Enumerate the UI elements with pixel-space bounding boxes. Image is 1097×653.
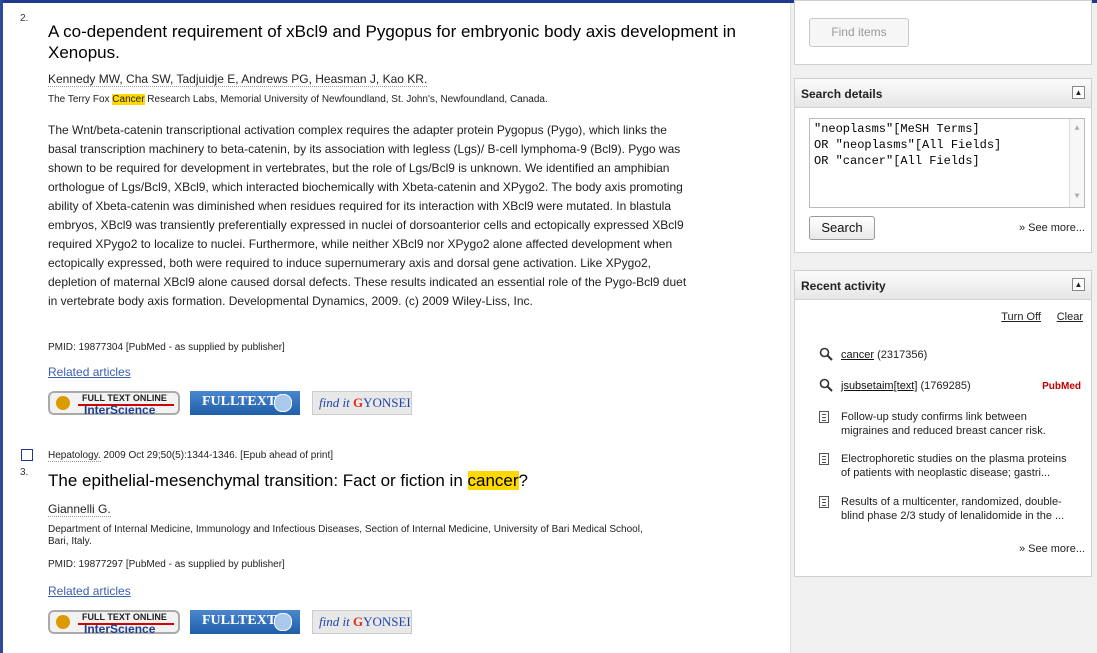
scroll-down-icon[interactable]: ▼ (1072, 189, 1082, 205)
document-icon (819, 411, 829, 423)
findit-yonsei-button[interactable]: find it GYONSEI (312, 610, 412, 634)
document-icon (819, 453, 829, 465)
panel-header: Search details ▲ (795, 79, 1091, 108)
see-more-link[interactable]: » See more... (1019, 543, 1085, 555)
recent-doc-item[interactable]: Follow-up study confirms link between mi… (819, 410, 1087, 440)
find-items-panel: Find items (794, 0, 1092, 65)
result-pmid: PMID: 19877304 [PubMed - as supplied by … (48, 342, 285, 353)
result-affiliation: Department of Internal Medicine, Immunol… (48, 524, 643, 547)
select-checkbox[interactable] (21, 449, 33, 461)
seal-icon (274, 613, 292, 631)
result-title[interactable]: A co-dependent requirement of xBcl9 and … (48, 21, 748, 63)
panel-title: Recent activity (801, 279, 886, 293)
wiley-logo-icon (56, 615, 70, 629)
result-item: Hepatology. 2009 Oct 29;50(5):1344-1346.… (18, 423, 783, 653)
panel-header: Recent activity ▲ (795, 271, 1091, 300)
see-more-link[interactable]: » See more... (1019, 222, 1085, 234)
search-icon (819, 347, 833, 361)
clear-link[interactable]: Clear (1057, 311, 1083, 323)
result-authors[interactable]: Giannelli G. (48, 502, 111, 517)
result-title[interactable]: The epithelial-mesenchymal transition: F… (48, 470, 528, 491)
recent-doc-item[interactable]: Electrophoretic studies on the plasma pr… (819, 452, 1087, 482)
result-abstract: The Wnt/beta-catenin transcriptional act… (48, 123, 687, 308)
fulltext-button[interactable]: FULLTEXT (190, 610, 300, 634)
scroll-up-icon[interactable]: ▲ (1072, 121, 1082, 137)
results-column: 2. A co-dependent requirement of xBcl9 a… (0, 3, 790, 653)
result-pmid: PMID: 19877297 [PubMed - as supplied by … (48, 559, 285, 570)
recent-search-item: jsubsetaim[text] (1769285) PubMed (819, 378, 1087, 394)
query-textarea[interactable]: "neoplasms"[MeSH Terms] OR "neoplasms"[A… (809, 118, 1085, 208)
findit-yonsei-button[interactable]: find it GYONSEI (312, 391, 412, 415)
wiley-logo-icon (56, 396, 70, 410)
fulltext-button[interactable]: FULLTEXT (190, 391, 300, 415)
related-articles-link[interactable]: Related articles (48, 584, 131, 598)
search-icon (819, 378, 833, 392)
find-items-button[interactable]: Find items (809, 18, 909, 47)
seal-icon (274, 394, 292, 412)
result-authors[interactable]: Kennedy MW, Cha SW, Tadjuidje E, Andrews… (48, 72, 428, 87)
recent-doc-item[interactable]: Results of a multicenter, randomized, do… (819, 495, 1087, 525)
collapse-icon[interactable]: ▲ (1072, 278, 1085, 291)
sidebar: Find items Search details ▲ "neoplasms"[… (790, 0, 1097, 653)
scrollbar[interactable]: ▲ ▼ (1069, 119, 1084, 207)
result-rank: 2. (20, 13, 29, 24)
recent-search-link[interactable]: jsubsetaim[text] (841, 380, 917, 392)
recent-search-link[interactable]: cancer (841, 349, 874, 361)
search-button[interactable]: Search (809, 216, 875, 240)
document-icon (819, 496, 829, 508)
result-rank: 3. (20, 467, 29, 478)
linkout-buttons: FULL TEXT ONLINE InterScience FULLTEXT f… (48, 610, 428, 636)
linkout-buttons: FULL TEXT ONLINE InterScience FULLTEXT f… (48, 391, 428, 417)
pubmed-tag: PubMed (1042, 381, 1081, 392)
panel-title: Search details (801, 87, 883, 101)
turn-off-link[interactable]: Turn Off (1001, 311, 1041, 323)
search-details-panel: Search details ▲ "neoplasms"[MeSH Terms]… (794, 78, 1092, 253)
interscience-button[interactable]: FULL TEXT ONLINE InterScience (48, 391, 180, 417)
interscience-button[interactable]: FULL TEXT ONLINE InterScience (48, 610, 180, 636)
result-item: 2. A co-dependent requirement of xBcl9 a… (18, 3, 783, 423)
result-journal: Hepatology. 2009 Oct 29;50(5):1344-1346.… (48, 450, 334, 462)
result-affiliation: The Terry Fox Cancer Research Labs, Memo… (48, 94, 548, 105)
recent-activity-panel: Recent activity ▲ Turn Off Clear cancer … (794, 270, 1092, 577)
related-articles-link[interactable]: Related articles (48, 365, 131, 379)
collapse-icon[interactable]: ▲ (1072, 86, 1085, 99)
recent-search-item: cancer (2317356) (819, 347, 1087, 363)
